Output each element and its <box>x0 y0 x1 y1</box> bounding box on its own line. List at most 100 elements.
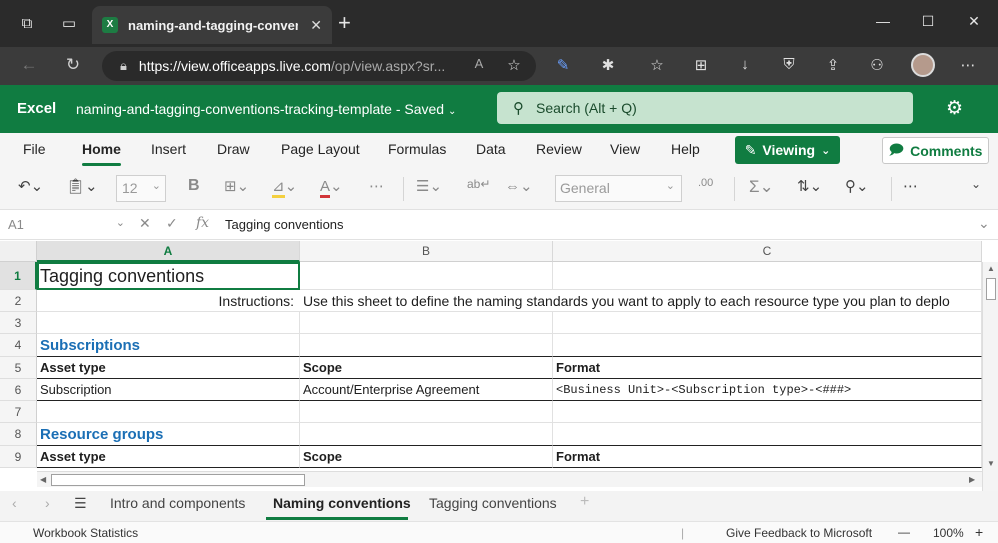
cell-c3[interactable] <box>553 312 982 334</box>
row-header-5[interactable]: 5 <box>0 357 37 379</box>
menu-draw[interactable]: Draw <box>217 141 250 157</box>
cell-b7[interactable] <box>300 401 553 423</box>
sidebar-icon[interactable]: ⚇ <box>865 56 889 74</box>
sheet-tab-intro[interactable]: Intro and components <box>110 495 245 511</box>
cell-a6[interactable]: Subscription <box>37 379 300 401</box>
next-sheet-icon[interactable]: › <box>45 495 50 511</box>
select-all-corner[interactable] <box>0 241 37 262</box>
favorites-icon[interactable]: ☆ <box>645 56 669 74</box>
menu-review[interactable]: Review <box>536 141 582 157</box>
close-window-icon[interactable]: ✕ <box>962 13 986 30</box>
all-sheets-icon[interactable]: ☰ <box>74 495 87 512</box>
cell-a5[interactable]: Asset type <box>37 357 300 379</box>
enter-icon[interactable]: ✓ <box>166 215 178 232</box>
cell-b6[interactable]: Account/Enterprise Agreement <box>300 379 553 401</box>
column-header-c[interactable]: C <box>553 241 982 262</box>
ribbon-collapse-icon[interactable]: ⌄ <box>971 177 981 191</box>
row-header-8[interactable]: 8 <box>0 423 37 446</box>
collections-icon[interactable]: ⊞ <box>689 56 713 74</box>
menu-file[interactable]: File <box>23 141 46 157</box>
scroll-left-icon[interactable]: ◀ <box>40 475 46 484</box>
row-header-2[interactable]: 2 <box>0 290 37 312</box>
cell-a4[interactable]: Subscriptions <box>37 334 300 357</box>
menu-formulas[interactable]: Formulas <box>388 141 446 157</box>
find-icon[interactable]: ⚲⌄ <box>845 177 869 195</box>
scroll-right-icon[interactable]: ▶ <box>969 475 975 484</box>
menu-home[interactable]: Home <box>82 141 121 157</box>
wrap-text-icon[interactable]: ab↵ <box>467 177 490 191</box>
comments-button[interactable]: 🗩︎ Comments <box>882 137 989 164</box>
column-header-a[interactable]: A <box>37 241 300 262</box>
cell-b2[interactable]: Use this sheet to define the naming stan… <box>300 290 982 312</box>
row-header-6[interactable]: 6 <box>0 379 37 401</box>
close-tab-icon[interactable]: ✕ <box>310 17 322 34</box>
menu-view[interactable]: View <box>610 141 640 157</box>
menu-insert[interactable]: Insert <box>151 141 186 157</box>
horizontal-scroll-thumb[interactable] <box>51 474 305 486</box>
new-tab-icon[interactable]: + <box>338 12 351 34</box>
row-header-9[interactable]: 9 <box>0 446 37 468</box>
align-icon[interactable]: ☰⌄ <box>416 177 442 195</box>
cell-c9[interactable]: Format <box>553 446 982 468</box>
more-font-options-icon[interactable]: ⋯ <box>369 177 384 195</box>
extensions-icon[interactable]: ✱ <box>596 56 620 74</box>
row-header-7[interactable]: 7 <box>0 401 37 423</box>
feedback-link[interactable]: Give Feedback to Microsoft <box>726 526 872 540</box>
sheet-tab-naming[interactable]: Naming conventions <box>273 495 411 511</box>
prev-sheet-icon[interactable]: ‹ <box>12 495 17 511</box>
minimize-icon[interactable]: — <box>871 13 895 29</box>
cell-a9[interactable]: Asset type <box>37 446 300 468</box>
row-header-4[interactable]: 4 <box>0 334 37 357</box>
viewing-mode-button[interactable]: ✎ Viewing ⌄ <box>735 136 840 164</box>
cell-b9[interactable]: Scope <box>300 446 553 468</box>
more-options-icon[interactable]: ⋯ <box>956 56 980 74</box>
workspaces-icon[interactable]: ⧉ <box>16 13 38 35</box>
fill-color-icon[interactable]: ⊿⌄ <box>272 177 297 198</box>
horizontal-scrollbar[interactable]: ◀ ▶ <box>37 471 982 487</box>
cell-b3[interactable] <box>300 312 553 334</box>
clipboard-icon[interactable]: 📋︎⌄ <box>66 177 98 195</box>
zoom-level[interactable]: 100% <box>933 526 964 540</box>
merge-icon[interactable]: ⇔⌄ <box>505 177 533 195</box>
browser-essentials-icon[interactable]: ⛨ <box>777 56 801 73</box>
column-header-b[interactable]: B <box>300 241 553 262</box>
borders-icon[interactable]: ⊞⌄ <box>224 177 249 195</box>
font-color-icon[interactable]: A⌄ <box>320 177 343 198</box>
scroll-down-icon[interactable]: ▼ <box>987 459 995 468</box>
undo-icon[interactable]: ↶⌄ <box>18 177 43 195</box>
downloads-icon[interactable]: ↓ <box>733 56 757 73</box>
name-box[interactable]: A1 ⌄ <box>5 214 127 237</box>
back-icon[interactable]: ← <box>18 55 40 75</box>
read-aloud-icon[interactable]: A <box>467 56 491 71</box>
add-sheet-icon[interactable]: + <box>580 493 589 511</box>
cell-c1[interactable] <box>553 262 982 290</box>
menu-help[interactable]: Help <box>671 141 700 157</box>
maximize-icon[interactable]: ☐ <box>916 13 940 30</box>
cell-a7[interactable] <box>37 401 300 423</box>
menu-data[interactable]: Data <box>476 141 506 157</box>
cancel-icon[interactable]: ✕ <box>139 215 151 232</box>
cell-a3[interactable] <box>37 312 300 334</box>
cell-a8[interactable]: Resource groups <box>37 423 300 446</box>
menu-page-layout[interactable]: Page Layout <box>281 141 360 157</box>
cell-c6[interactable]: <Business Unit>-<Subscription type>-<###… <box>553 379 982 401</box>
refresh-icon[interactable]: ↻ <box>62 55 84 75</box>
zoom-in-icon[interactable]: + <box>975 524 983 540</box>
cell-b4[interactable] <box>300 334 553 357</box>
browser-tab-active[interactable]: X naming-and-tagging-conventio ✕ <box>92 6 332 44</box>
cell-b5[interactable]: Scope <box>300 357 553 379</box>
row-header-3[interactable]: 3 <box>0 312 37 334</box>
sort-filter-icon[interactable]: ⇅⌄ <box>797 177 822 195</box>
profile-avatar[interactable] <box>911 53 935 77</box>
tab-actions-icon[interactable]: ▭ <box>58 13 80 35</box>
cell-a2[interactable]: Instructions: <box>37 290 300 312</box>
function-icon[interactable]: fx <box>196 215 209 231</box>
cell-b8[interactable] <box>300 423 553 446</box>
zoom-out-icon[interactable]: — <box>898 525 910 539</box>
document-title[interactable]: naming-and-tagging-conventions-tracking-… <box>76 101 456 117</box>
bold-icon[interactable]: B <box>188 177 200 195</box>
cell-c8[interactable] <box>553 423 982 446</box>
cell-b1[interactable] <box>300 262 553 290</box>
autosum-icon[interactable]: Σ⌄ <box>749 177 774 197</box>
sheet-tab-tagging[interactable]: Tagging conventions <box>429 495 557 511</box>
